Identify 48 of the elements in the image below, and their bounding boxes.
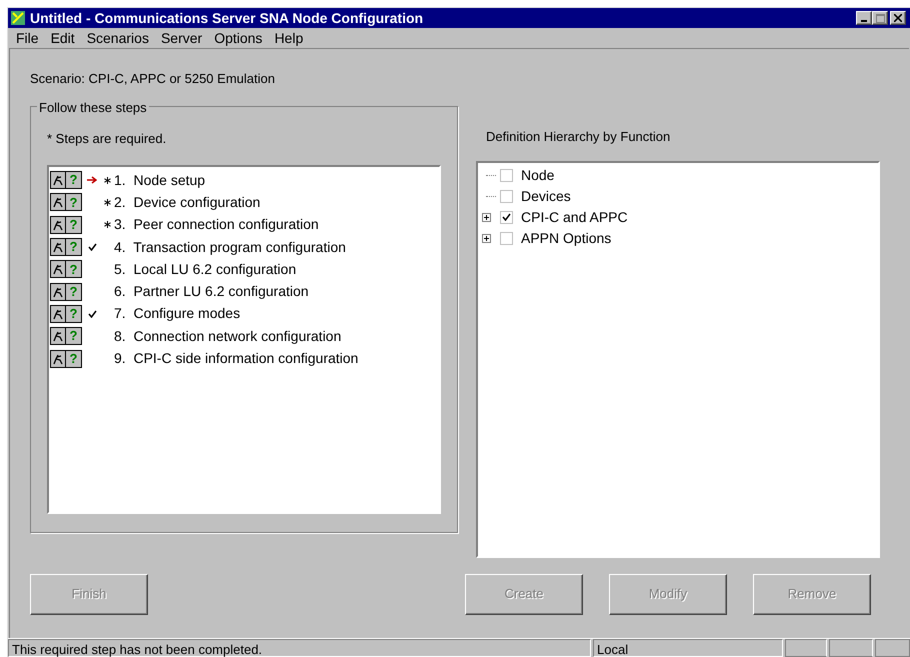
tree-item[interactable]: APPN Options [521,228,612,248]
tree-item[interactable]: Node [521,164,554,186]
run-icon[interactable] [50,304,66,323]
run-icon[interactable] [50,171,66,190]
tree-checkbox[interactable] [500,232,513,244]
menu-item[interactable]: Edit [44,28,81,48]
step-item[interactable]: 6. Partner LU 6.2 configuration [114,281,309,302]
step-item[interactable]: 8. Connection network configuration [114,326,342,347]
run-icon[interactable] [50,350,66,368]
menu-item[interactable]: Scenarios [80,28,155,48]
status-panel [829,639,873,657]
run-icon[interactable] [50,216,66,234]
close-icon [894,14,902,22]
run-icon[interactable] [50,282,66,301]
menu-item[interactable]: Help [268,28,310,48]
step-item[interactable]: 3. Peer connection configuration [114,214,319,236]
expand-icon[interactable] [482,234,491,242]
tree-item[interactable]: Devices [521,186,571,206]
menu-item[interactable]: Options [208,28,268,48]
step-item[interactable]: 5. Local LU 6.2 configuration [114,258,296,280]
tree-checkbox[interactable] [500,168,513,182]
window-title: Untitled - Communications Server SNA Node Configuration [30,8,424,28]
step-item[interactable]: 1. Node setup [114,170,206,191]
menu-item[interactable]: Server [154,28,208,48]
step-item[interactable]: 7. Configure modes [114,303,240,324]
maximize-button[interactable] [872,11,888,25]
run-icon[interactable] [50,193,66,212]
minimize-button[interactable] [856,11,872,25]
status-location: Local [593,639,783,657]
menu-item[interactable]: File [10,28,45,48]
run-icon[interactable] [50,238,66,256]
scenario-label: Scenario: CPI-C, APPC or 5250 Emulation [30,70,276,88]
step-item[interactable]: 2. Device configuration [114,192,260,213]
close-button[interactable] [890,11,906,25]
expand-icon[interactable] [482,212,491,222]
step-item[interactable]: 9. CPI-C side information configuration [114,348,358,370]
run-icon[interactable] [50,260,66,278]
tree-checkbox[interactable] [500,190,513,202]
step-item[interactable]: 4. Transaction program configuration [114,236,346,258]
required-note: * Steps are required. [47,130,168,148]
tree-item[interactable]: CPI-C and APPC [521,206,628,228]
run-icon[interactable] [50,327,66,346]
status-message: This required step has not been completed. [8,639,591,657]
app-icon [10,10,26,26]
status-panel [785,639,827,657]
status-panel [875,639,910,657]
hierarchy-title: Definition Hierarchy by Function [486,128,672,146]
tree-checkbox[interactable] [500,210,513,224]
